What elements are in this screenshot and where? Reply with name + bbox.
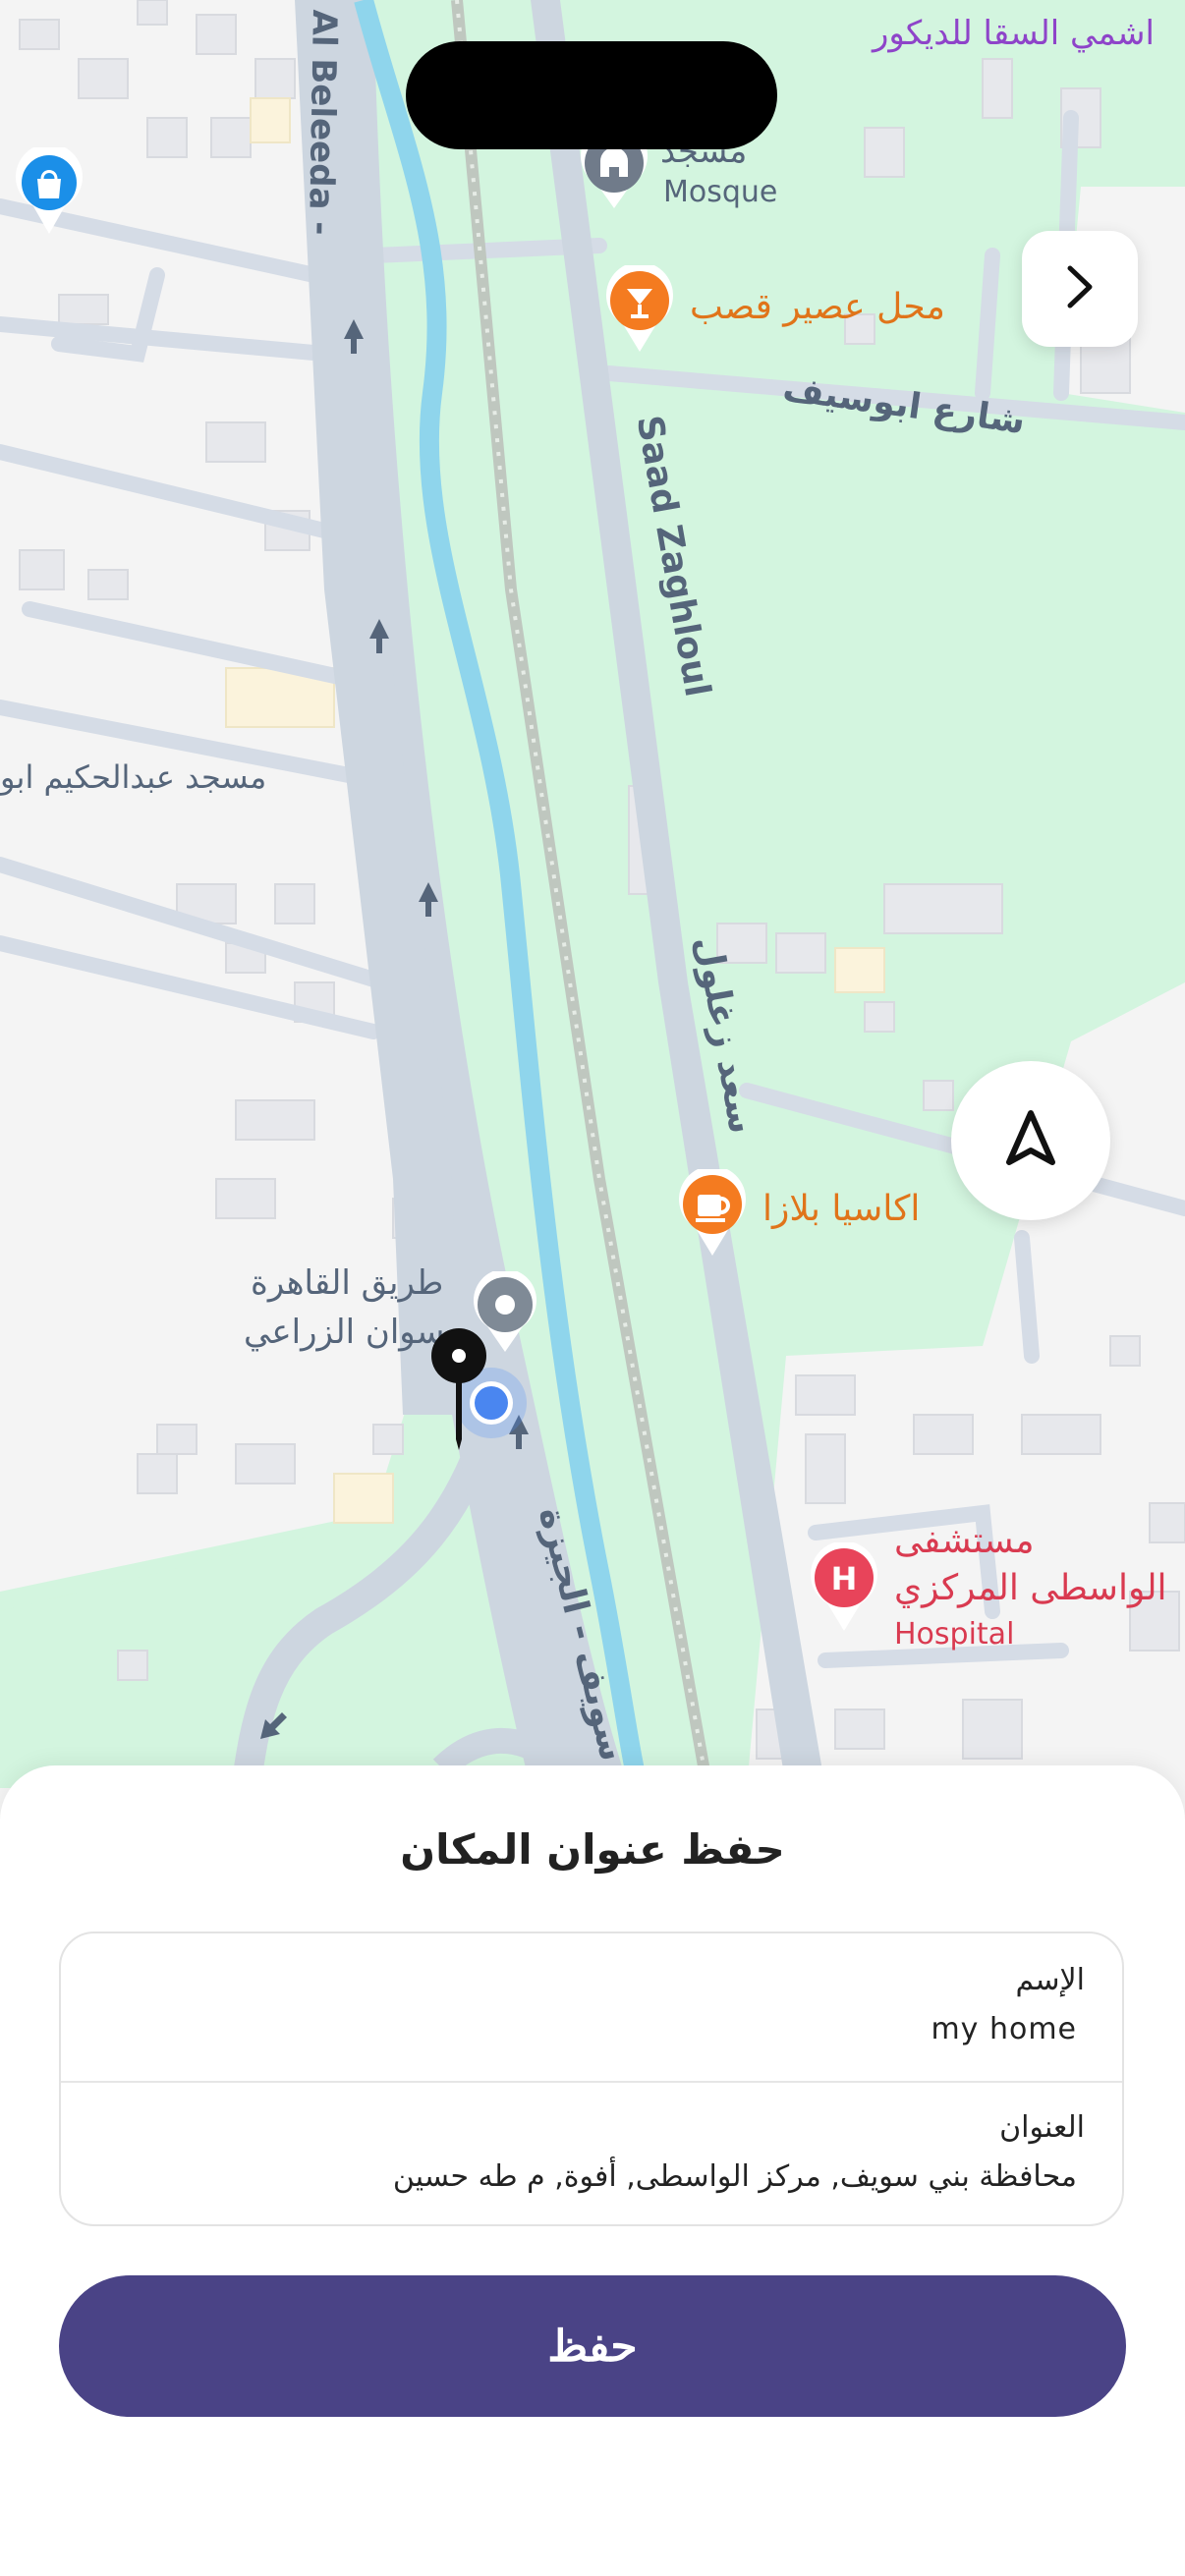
cocktail-icon[interactable] bbox=[601, 261, 678, 354]
map-label-juice-shop: محل عصير قصب bbox=[690, 287, 945, 327]
map-label-decor-shop: اشمي السقا للديكور bbox=[873, 14, 1155, 53]
save-button[interactable]: حفظ bbox=[59, 2275, 1126, 2417]
map-label-cairo-road-1: طريق القاهرة bbox=[251, 1263, 444, 1303]
map-label-mosque-abdelhakim: مسجد عبدالحكيم ابو bbox=[0, 758, 267, 796]
map-canvas bbox=[0, 0, 1185, 1788]
address-form-card: الإسم my home العنوان محافظة بني سويف, م… bbox=[59, 1932, 1124, 2226]
name-field-label: الإسم bbox=[1015, 1963, 1085, 1997]
form-divider bbox=[61, 2081, 1122, 2083]
camera-notch bbox=[406, 41, 777, 149]
coffee-cup-icon[interactable] bbox=[674, 1165, 751, 1258]
chevron-right-icon bbox=[1058, 262, 1101, 315]
map-label-al-beleeda: Al Beleeda - bbox=[300, 9, 344, 236]
map-label-mosque-en: Mosque bbox=[663, 175, 778, 209]
name-field[interactable]: my home bbox=[931, 2012, 1077, 2046]
hospital-icon[interactable]: H bbox=[806, 1540, 882, 1633]
map-label-hospital-2: الواسطى المركزي bbox=[894, 1568, 1167, 1608]
map-label-hospital-1: مستشفى bbox=[894, 1521, 1035, 1561]
sheet-title: حفظ عنوان المكان bbox=[400, 1825, 785, 1874]
svg-text:H: H bbox=[831, 1560, 858, 1597]
address-field[interactable]: محافظة بني سويف, مركز الواسطى, أفوة, م ط… bbox=[393, 2159, 1077, 2194]
map-label-acacia-plaza: اكاسيا بلازا bbox=[762, 1189, 921, 1229]
map-center-pin bbox=[429, 1326, 488, 1454]
map-view[interactable]: اشمي السقا للديكور Al Beleeda - مسجد Mos… bbox=[0, 0, 1185, 1788]
shopping-bag-icon[interactable] bbox=[14, 143, 85, 236]
map-label-hospital-en: Hospital bbox=[894, 1617, 1015, 1652]
map-label-cairo-road-2: سوان الزراعي bbox=[244, 1313, 445, 1352]
locate-me-button[interactable] bbox=[951, 1061, 1110, 1220]
next-button[interactable] bbox=[1022, 231, 1138, 347]
address-field-label: العنوان bbox=[999, 2110, 1085, 2145]
navigation-arrow-icon bbox=[1003, 1109, 1058, 1172]
